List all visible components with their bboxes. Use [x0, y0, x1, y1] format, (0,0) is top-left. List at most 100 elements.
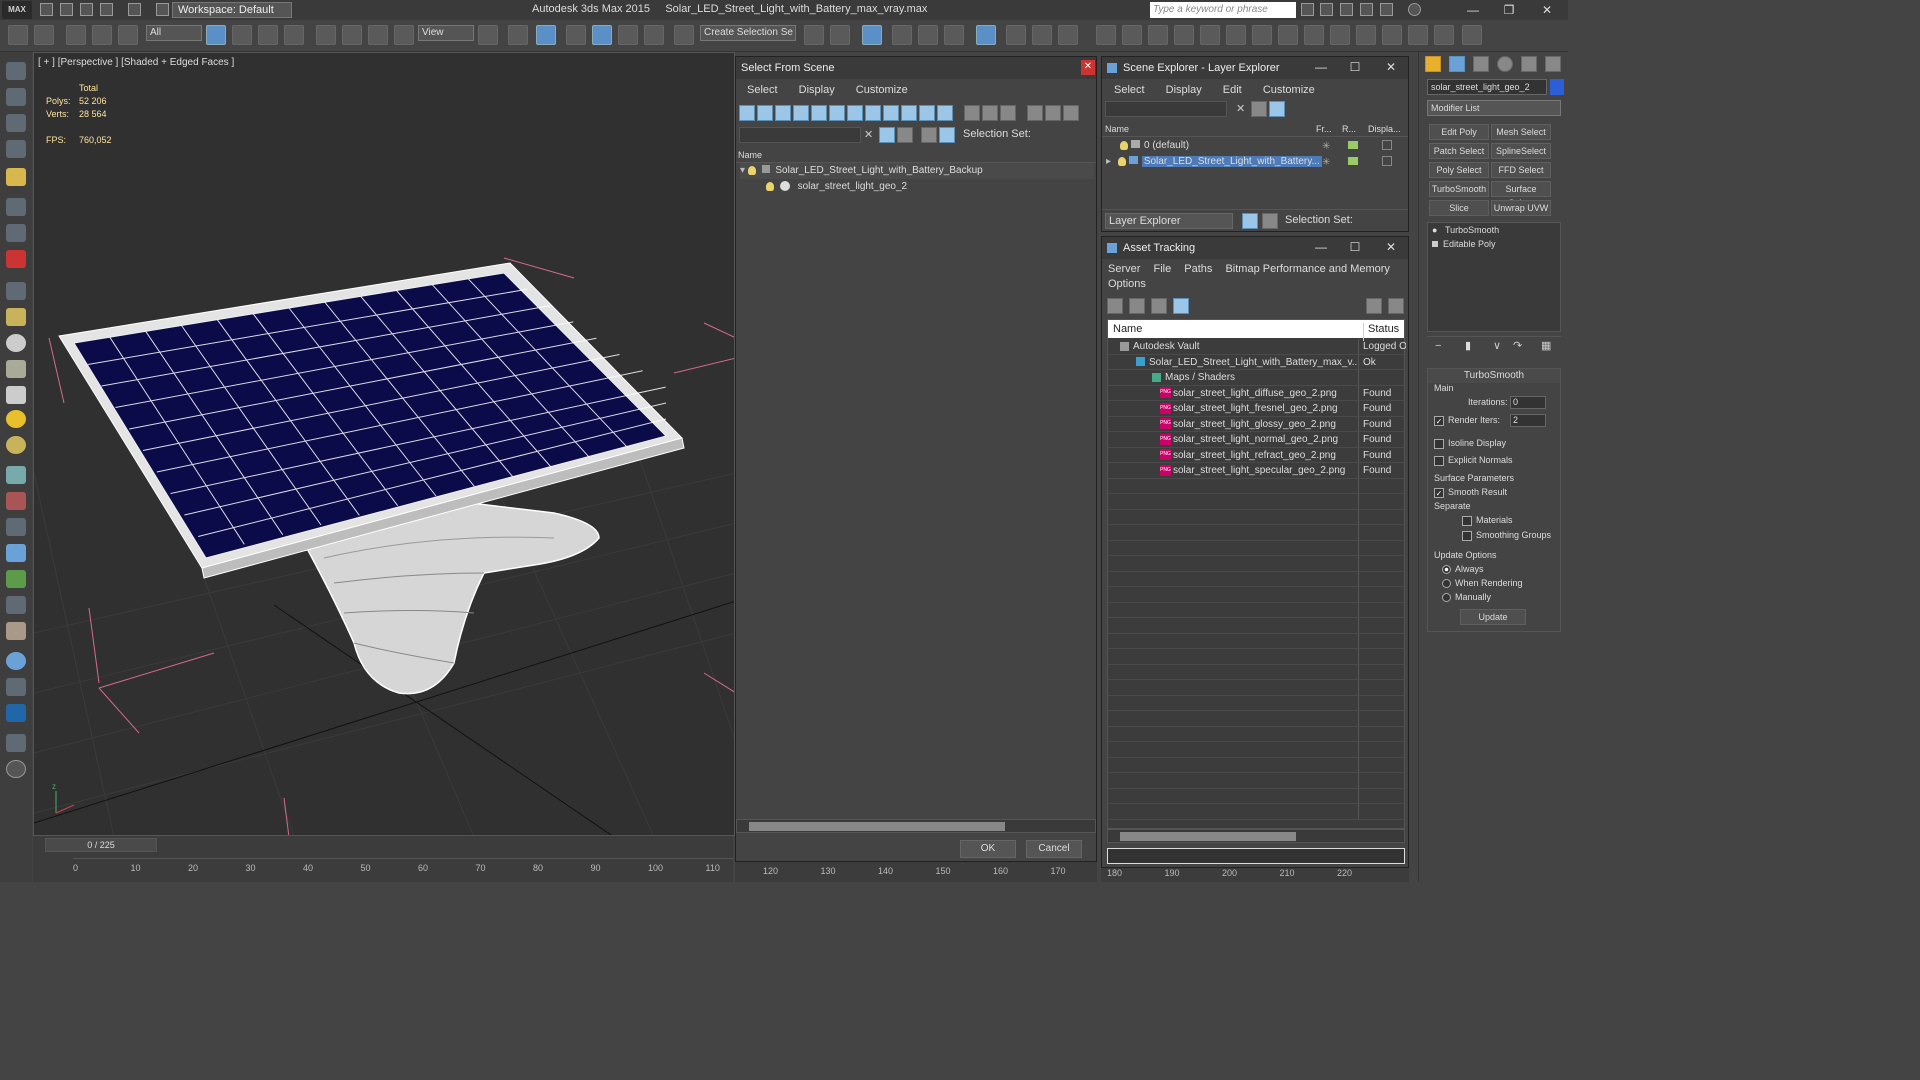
sphere-icon[interactable]: [6, 114, 26, 132]
close-x-icon[interactable]: [1380, 3, 1393, 16]
explicit-normals-checkbox[interactable]: [1434, 455, 1444, 466]
redo-icon[interactable]: [34, 25, 54, 45]
close-button[interactable]: ✕: [1532, 2, 1562, 18]
se-menu-select[interactable]: Select: [1114, 84, 1145, 96]
display-none-icon[interactable]: [982, 105, 999, 121]
isoline-row[interactable]: Isoline Display: [1434, 438, 1506, 449]
at-col-name[interactable]: Name: [1113, 323, 1142, 335]
redo-icon[interactable]: [128, 3, 141, 16]
help-icon[interactable]: [1408, 3, 1421, 16]
materials-checkbox[interactable]: [1462, 515, 1472, 526]
se-col-name[interactable]: Name: [1105, 123, 1129, 136]
manually-row[interactable]: Manually: [1442, 592, 1491, 603]
sfs-menu-select[interactable]: Select: [747, 84, 778, 96]
se-minimize-button[interactable]: —: [1306, 59, 1336, 75]
utilities-tab-icon[interactable]: [1545, 56, 1561, 72]
se-search-input[interactable]: [1105, 101, 1227, 117]
asset-row[interactable]: PNG solar_street_light_diffuse_geo_2.png F…: [1108, 385, 1404, 401]
display-spacewarps-icon[interactable]: [829, 105, 845, 121]
smooth-result-row[interactable]: ✓ Smooth Result: [1434, 487, 1507, 498]
tree-row[interactable]: ▾ Solar_LED_Street_Light_with_Battery_Ba…: [740, 163, 1094, 179]
layer-row-selected[interactable]: ▸ Solar_LED_Street_Light_with_Battery...: [1106, 154, 1322, 170]
expand-arrow-icon[interactable]: ▸: [1106, 156, 1111, 167]
scrollbar-thumb[interactable]: [749, 822, 1005, 831]
display-lights-icon[interactable]: [775, 105, 791, 121]
hair-icon[interactable]: [6, 466, 26, 484]
tools-icon[interactable]: [1320, 3, 1333, 16]
camera-icon[interactable]: [1148, 25, 1168, 45]
at-menu-file[interactable]: File: [1153, 263, 1171, 275]
smoothing-groups-row[interactable]: Smoothing Groups: [1462, 530, 1551, 541]
sun-icon[interactable]: [1122, 25, 1142, 45]
graphite-toolbar-icon[interactable]: [918, 25, 938, 45]
display-hidden-icon[interactable]: [937, 105, 953, 121]
render-iters-row[interactable]: ✓ Render Iters:: [1434, 415, 1500, 426]
remove-modifier-icon[interactable]: ↷: [1513, 339, 1522, 352]
configure-sets-icon[interactable]: ▦: [1541, 339, 1551, 352]
create-tab-icon[interactable]: [1425, 56, 1441, 72]
collapse-arrow-icon[interactable]: ▾: [740, 165, 745, 176]
asset-row[interactable]: Maps / Shaders: [1108, 370, 1404, 386]
find-case-icon[interactable]: [879, 127, 896, 143]
scene-explorer-icon[interactable]: [862, 25, 882, 45]
find-icon[interactable]: [1251, 101, 1268, 117]
place-icon[interactable]: [394, 25, 414, 45]
named-selection-dropdown[interactable]: Create Selection Se: [700, 25, 796, 41]
modifier-list-dropdown[interactable]: Modifier List: [1427, 100, 1561, 116]
camera-icon[interactable]: [6, 198, 26, 216]
modifier-button[interactable]: Patch Select: [1429, 143, 1489, 159]
timeline-ruler[interactable]: 0 10 20 30 40 50 60 70 80 90 100 110: [73, 858, 733, 882]
viewport-tool-icon[interactable]: [6, 62, 26, 80]
cancel-button[interactable]: Cancel: [1026, 840, 1082, 858]
scripts-icon[interactable]: [6, 678, 26, 696]
rect-selection-icon[interactable]: [258, 25, 278, 45]
hierarchy-tab-icon[interactable]: [1473, 56, 1489, 72]
sfs-menu-customize[interactable]: Customize: [856, 84, 908, 96]
mirror-icon[interactable]: [804, 25, 824, 45]
asset-row[interactable]: Autodesk Vault Logged O: [1108, 339, 1406, 355]
layer-explorer-icon[interactable]: [892, 25, 912, 45]
angle-snap-icon[interactable]: [592, 25, 612, 45]
open-file-icon[interactable]: [60, 3, 73, 16]
freeze-icon[interactable]: ✳: [1322, 141, 1330, 152]
render-teapot-icon[interactable]: [1348, 157, 1358, 165]
smoothing-groups-checkbox[interactable]: [1462, 530, 1472, 541]
display-groups-icon[interactable]: [847, 105, 863, 121]
active-shade-icon[interactable]: [1356, 25, 1376, 45]
particle-icon[interactable]: [6, 250, 26, 268]
save-file-icon[interactable]: [80, 3, 93, 16]
modifier-button[interactable]: Poly Select: [1429, 162, 1489, 178]
hierarchy-mode-icon[interactable]: [1262, 213, 1278, 229]
asset-row[interactable]: Solar_LED_Street_Light_with_Battery_max_…: [1108, 354, 1404, 370]
freeze-icon[interactable]: ✳: [1322, 157, 1330, 168]
at-menu-server[interactable]: Server: [1108, 263, 1140, 275]
se-col-display[interactable]: Displa...: [1368, 123, 1401, 136]
modifier-button[interactable]: SplineSelect: [1491, 143, 1551, 159]
asset-row[interactable]: PNG solar_street_light_fresnel_geo_2.png F…: [1108, 401, 1404, 417]
modifier-button[interactable]: Mesh Select: [1491, 124, 1551, 140]
dialog-close-icon[interactable]: ✕: [1081, 60, 1095, 75]
light-bulb-icon[interactable]: ●: [1432, 225, 1437, 235]
display-all-icon[interactable]: [964, 105, 981, 121]
manually-radio[interactable]: [1442, 593, 1451, 603]
display-box-icon[interactable]: [1382, 156, 1392, 166]
sfs-menu-display[interactable]: Display: [799, 84, 835, 96]
subscription-icon[interactable]: [1340, 3, 1353, 16]
modifier-button[interactable]: Surface Select: [1491, 181, 1551, 208]
light-bulb-icon[interactable]: [1117, 156, 1126, 166]
sun-icon[interactable]: [6, 410, 26, 428]
se-close-button[interactable]: ✕: [1376, 59, 1406, 75]
link-icon[interactable]: [66, 25, 86, 45]
undo-icon[interactable]: [100, 3, 113, 16]
sort-icon[interactable]: [1063, 105, 1080, 121]
box-icon[interactable]: [6, 88, 26, 106]
unlink-icon[interactable]: [92, 25, 112, 45]
dome-icon[interactable]: [6, 308, 26, 326]
always-row[interactable]: Always: [1442, 564, 1484, 575]
asset-row[interactable]: PNG solar_street_light_glossy_geo_2.png Fo…: [1108, 416, 1404, 432]
update-button[interactable]: Update: [1460, 609, 1526, 625]
light-bulb-icon[interactable]: [766, 181, 774, 191]
isoline-checkbox[interactable]: [1434, 438, 1444, 449]
biped-icon[interactable]: [6, 518, 26, 536]
timeline-ruler-extension[interactable]: 120 130 140 150 160 170: [735, 862, 1097, 882]
